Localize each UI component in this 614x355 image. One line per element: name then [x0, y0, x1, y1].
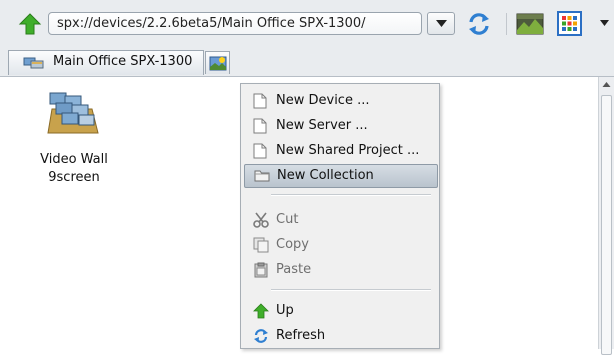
menu-item-new-shared-project[interactable]: New Shared Project ...: [244, 139, 438, 163]
refresh-icon[interactable]: [466, 11, 492, 37]
menu-item-up[interactable]: Up: [244, 299, 438, 323]
toolbar: spx://devices/2.2.6beta5/Main Office SPX…: [0, 0, 614, 50]
new-tab-image-icon: [209, 56, 227, 71]
tab-strip: Main Office SPX-1300: [0, 50, 614, 77]
menu-separator: [271, 289, 431, 291]
address-field[interactable]: spx://devices/2.2.6beta5/Main Office SPX…: [48, 12, 422, 35]
tab-main-office[interactable]: Main Office SPX-1300: [8, 50, 204, 75]
new-tab-button[interactable]: [205, 51, 230, 74]
menu-item-label: Cut: [276, 212, 299, 227]
menu-item-new-collection[interactable]: New Collection: [244, 164, 438, 188]
menu-item-paste[interactable]: Paste: [244, 258, 438, 282]
menu-item-new-server[interactable]: New Server ...: [244, 114, 438, 138]
menu-item-label: New Collection: [277, 168, 374, 183]
menu-item-label: Paste: [276, 262, 312, 277]
menu-item-new-device[interactable]: New Device ...: [244, 89, 438, 113]
menu-separator: [271, 194, 431, 196]
scissors-icon: [253, 212, 269, 228]
scroll-up-icon[interactable]: [599, 77, 614, 93]
address-dropdown-button[interactable]: [427, 12, 455, 35]
page-icon: [253, 93, 267, 109]
green-up-arrow-icon: [253, 303, 269, 319]
menu-item-copy[interactable]: Copy: [244, 233, 438, 257]
video-wall-icon: [47, 92, 99, 134]
menu-item-cut[interactable]: Cut: [244, 208, 438, 232]
device-label: Video Wall 9screen: [40, 152, 108, 185]
device-video-wall[interactable]: Video Wall 9screen: [18, 87, 130, 197]
menu-item-refresh[interactable]: Refresh: [244, 324, 438, 348]
copy-icon: [253, 237, 269, 253]
chevron-down-icon: [436, 20, 447, 27]
chevron-down-icon[interactable]: [600, 20, 609, 27]
menu-item-label: Refresh: [276, 328, 326, 343]
page-icon: [253, 143, 267, 159]
menu-item-label: Up: [276, 303, 294, 318]
up-arrow-icon[interactable]: [18, 12, 42, 36]
menu-item-label: New Shared Project ...: [276, 143, 420, 158]
menu-item-label: New Server ...: [276, 118, 368, 133]
paste-icon: [254, 262, 268, 278]
menu-item-label: New Device ...: [276, 93, 370, 108]
device-group-icon: [23, 57, 44, 69]
tab-label: Main Office SPX-1300: [53, 54, 193, 69]
toolbar-separator: [506, 13, 507, 35]
screen-image-icon[interactable]: [516, 12, 544, 36]
refresh-icon: [254, 329, 268, 343]
context-menu: New Device ... New Server ... New Shared…: [240, 83, 440, 349]
folder-icon: [254, 170, 270, 182]
grid-view-icon[interactable]: [557, 11, 582, 36]
scrollbar-thumb[interactable]: [601, 95, 612, 355]
menu-item-label: Copy: [276, 237, 309, 252]
vertical-scrollbar[interactable]: [598, 77, 614, 355]
page-icon: [253, 118, 267, 134]
